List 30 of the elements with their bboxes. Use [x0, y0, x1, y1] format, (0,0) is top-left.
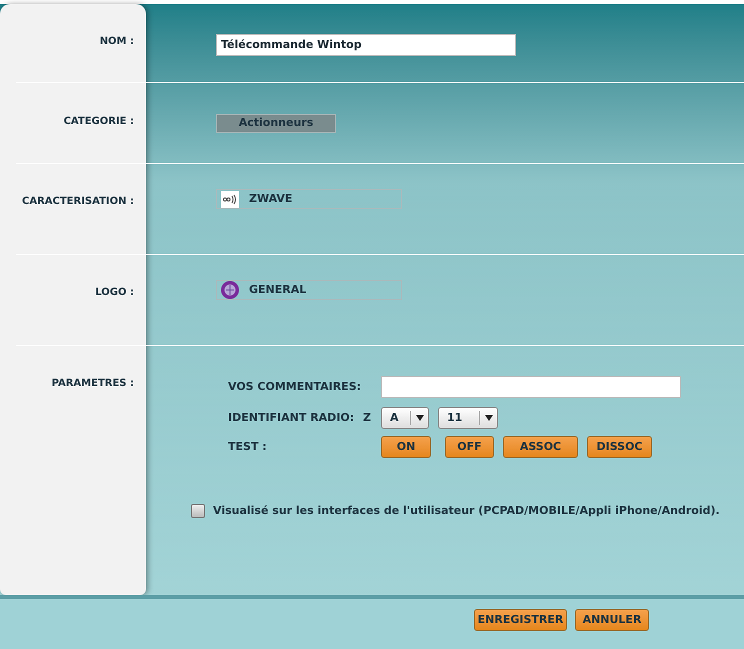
field-value: ZWAVE — [249, 190, 292, 207]
field-label: NOM : — [98, 35, 135, 49]
characterisation-field[interactable]: ZWAVE — [216, 189, 402, 209]
radio-signal-icon — [221, 190, 239, 208]
radio-prefix: Z — [363, 410, 372, 426]
caret-icon — [484, 415, 492, 421]
caret-icon — [416, 415, 424, 421]
globe-icon — [221, 281, 239, 299]
field-label: CARACTERISATION : — [21, 195, 135, 209]
test-button[interactable]: OFF — [445, 436, 494, 458]
footer-button[interactable]: ENREGISTRER — [474, 609, 567, 631]
radio-select[interactable]: A — [381, 407, 429, 429]
comment-field[interactable] — [381, 376, 681, 398]
footer-button[interactable]: ANNULER — [575, 609, 649, 631]
visible-checkbox[interactable] — [191, 504, 205, 518]
test-button[interactable]: ASSOC — [503, 436, 578, 458]
test-button[interactable]: DISSOC — [587, 436, 652, 458]
radio-id-label: IDENTIFIANT RADIO: — [228, 410, 356, 426]
field-label: CATEGORIE : — [62, 115, 135, 129]
field-label: PARAMETRES : — [50, 377, 135, 391]
radio-select[interactable]: 11 — [438, 407, 498, 429]
test-label: TEST : — [228, 438, 268, 455]
field-value: GENERAL — [249, 282, 306, 298]
visible-label: Visualisé sur les interfaces de l'utilisateur (PCPAD/MOBILE/Appli iPhone/Android). — [213, 503, 720, 519]
name-field[interactable]: Télécommande Wintop — [216, 34, 516, 56]
logo-field[interactable]: GENERAL — [216, 280, 402, 300]
test-button[interactable]: ON — [381, 436, 431, 458]
field-label: LOGO : — [94, 286, 135, 300]
comment-label: VOS COMMENTAIRES: — [228, 378, 362, 395]
category-field[interactable]: Actionneurs — [216, 114, 336, 133]
